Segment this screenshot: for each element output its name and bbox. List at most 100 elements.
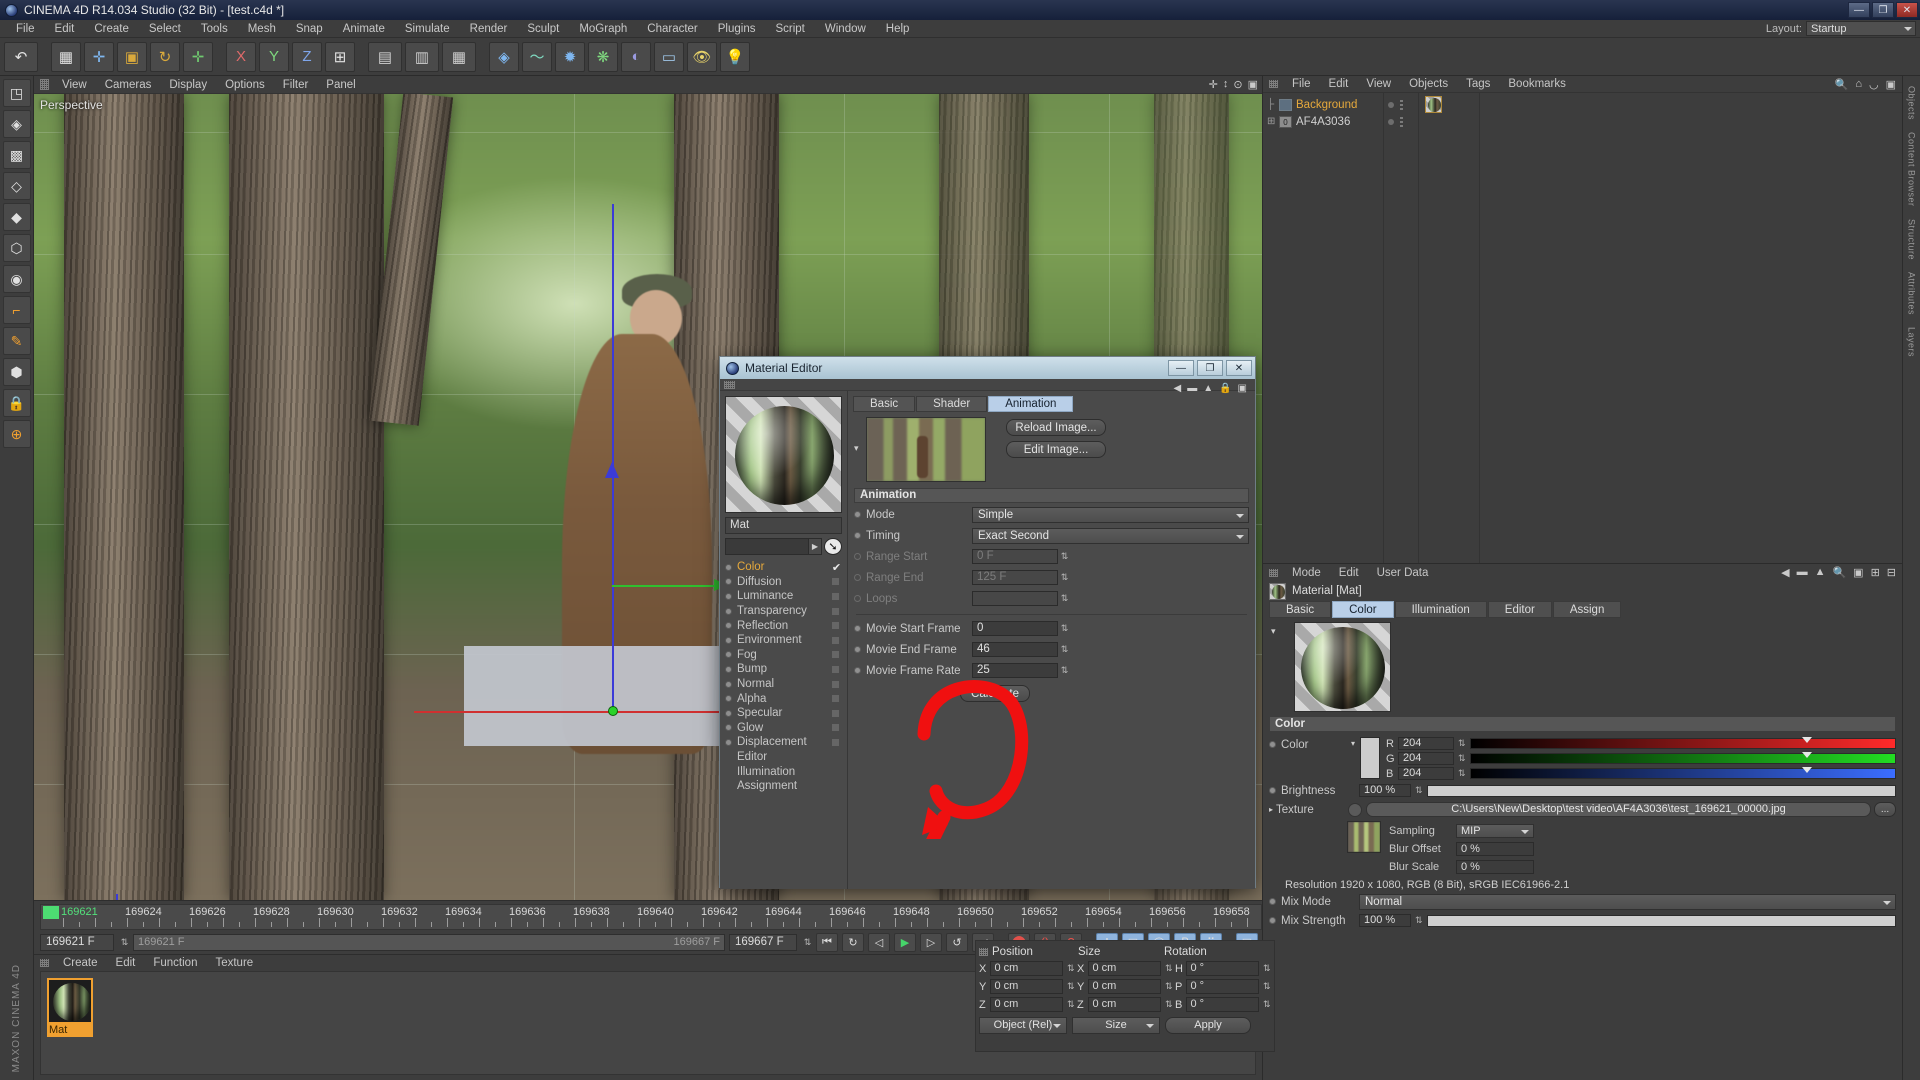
lock-axis-icon[interactable]: 🔒 (2, 389, 31, 417)
expander-triangle-icon[interactable]: ▾ (854, 417, 859, 454)
timeline-ruler[interactable]: 169621 169624 169626 169628 169630 16963… (40, 904, 1262, 930)
edit-image-button[interactable]: Edit Image... (1006, 441, 1106, 458)
lock-y-axis-button[interactable]: Y (259, 41, 289, 72)
minimize-button[interactable]: — (1848, 2, 1870, 18)
menu-item-script[interactable]: Script (765, 20, 814, 38)
cube-primitive-button[interactable]: ◈ (489, 41, 519, 72)
object-tag-material[interactable] (1425, 96, 1442, 113)
om-menu-objects[interactable]: Objects (1400, 78, 1457, 90)
edge-mode-icon[interactable]: ◆ (2, 203, 31, 231)
position-y-input[interactable]: 0 cm (990, 979, 1063, 994)
spinner-icon[interactable]: ⇅ (1263, 961, 1272, 976)
channel-checkbox[interactable] (831, 664, 840, 674)
viewport-menu-display[interactable]: Display (160, 79, 216, 91)
spinner-icon[interactable]: ⇅ (1060, 549, 1069, 564)
menu-item-animate[interactable]: Animate (333, 20, 395, 38)
maximize-viewport-icon[interactable]: ▣ (1248, 78, 1258, 91)
chevron-right-icon[interactable]: ▶ (809, 538, 822, 555)
range-end-input[interactable]: 125 F (972, 570, 1058, 585)
size-z-input[interactable]: 0 cm (1088, 997, 1161, 1012)
om-menu-tags[interactable]: Tags (1457, 78, 1499, 90)
menu-item-mesh[interactable]: Mesh (238, 20, 286, 38)
material-search-input[interactable] (725, 538, 809, 555)
maximize-button[interactable]: ❐ (1872, 2, 1894, 18)
expander-icon[interactable]: ⊞ (1267, 116, 1279, 127)
material-preview-thumbnail[interactable] (725, 396, 842, 513)
camera-button[interactable]: 👁 (687, 41, 717, 72)
blue-slider[interactable] (1469, 767, 1896, 779)
close-button[interactable]: ✕ (1896, 2, 1918, 18)
apply-button[interactable]: Apply (1165, 1017, 1251, 1034)
matmgr-menu-texture[interactable]: Texture (206, 957, 262, 969)
rotation-p-input[interactable]: 0 ° (1186, 979, 1259, 994)
play-backwards-loop-button[interactable]: ↻ (842, 932, 864, 952)
spinner-icon[interactable]: ⇅ (1165, 997, 1174, 1012)
panel-grip-icon[interactable] (1269, 568, 1278, 577)
move-tool-button[interactable]: ✛ (84, 41, 114, 72)
object-row-af4a3036[interactable]: ⊞ 0 AF4A3036 (1263, 113, 1383, 130)
mix-strength-bar[interactable] (1426, 914, 1896, 927)
panel-grip-icon[interactable] (979, 947, 988, 956)
lock-z-axis-button[interactable]: Z (292, 41, 322, 72)
spinner-icon[interactable]: ⇅ (120, 935, 129, 950)
tab-shader[interactable]: Shader (916, 396, 988, 412)
spinner-icon[interactable]: ⇅ (1060, 621, 1069, 636)
channel-luminance[interactable]: Luminance (725, 589, 842, 604)
tab-animation[interactable]: Animation (988, 396, 1074, 412)
lock-x-axis-button[interactable]: X (226, 41, 256, 72)
deformer-button[interactable]: ❋ (588, 41, 618, 72)
channel-environment[interactable]: Environment (725, 633, 842, 648)
attr-tab-illumination[interactable]: Illumination (1394, 601, 1487, 618)
menu-item-window[interactable]: Window (815, 20, 876, 38)
spline-button[interactable]: 〜 (522, 41, 552, 72)
generator-button[interactable]: ✹ (555, 41, 585, 72)
render-region-button[interactable]: ▥ (405, 41, 439, 72)
up-arrow-icon[interactable]: ▲ (1815, 566, 1826, 579)
matmgr-menu-create[interactable]: Create (54, 957, 107, 969)
go-to-start-button[interactable]: ⏮ (816, 932, 838, 952)
brightness-input[interactable]: 100 % (1359, 784, 1411, 797)
blue-input[interactable]: 204 (1398, 767, 1455, 780)
pin-icon[interactable]: ▣ (1238, 383, 1247, 394)
search-icon[interactable]: 🔍 (1835, 78, 1849, 91)
movie-end-frame-input[interactable]: 46 (972, 642, 1058, 657)
spinner-icon[interactable]: ⇅ (1458, 738, 1466, 749)
channel-checkbox[interactable] (831, 650, 840, 660)
channel-illumination[interactable]: Illumination (725, 764, 842, 779)
timeline-range-scrollbar[interactable]: 169621 F 169667 F (133, 933, 725, 951)
quantize-icon[interactable]: ⊕ (2, 420, 31, 448)
scene-button[interactable]: ◐ (621, 41, 651, 72)
viewport-menu-cameras[interactable]: Cameras (96, 79, 161, 91)
polygon-mode-icon[interactable]: ⬡ (2, 234, 31, 262)
play-button[interactable]: ▶ (894, 932, 916, 952)
menu-item-tools[interactable]: Tools (191, 20, 238, 38)
expander-right-icon[interactable]: ▸ (1269, 805, 1273, 814)
orbit-icon[interactable]: ⊙ (1233, 78, 1242, 91)
om-menu-view[interactable]: View (1357, 78, 1400, 90)
channel-checkbox[interactable] (831, 591, 840, 601)
dock-label-attributes[interactable]: Attributes (1907, 272, 1917, 315)
texture-browse-button[interactable]: ... (1874, 802, 1896, 817)
attr-tab-assign[interactable]: Assign (1552, 601, 1622, 618)
timing-dropdown[interactable]: Exact Second (972, 527, 1249, 544)
light-button[interactable]: 💡 (720, 41, 750, 72)
material-name-field[interactable]: Mat (725, 517, 842, 534)
menu-item-render[interactable]: Render (460, 20, 518, 38)
attribute-material-preview[interactable] (1293, 622, 1391, 712)
eyedropper-icon[interactable]: ➘ (824, 538, 842, 555)
spinner-icon[interactable]: ⇅ (1415, 915, 1423, 926)
spinner-icon[interactable]: ⇅ (1263, 997, 1272, 1012)
panel-grip-icon[interactable] (1269, 80, 1278, 88)
current-frame-marker[interactable] (43, 906, 59, 919)
channel-checkbox[interactable] (831, 577, 840, 587)
add-button[interactable]: ✛ (183, 41, 213, 72)
layout-dropdown[interactable]: Startup (1806, 21, 1916, 36)
attr-tab-basic[interactable]: Basic (1269, 601, 1332, 618)
mix-strength-input[interactable]: 100 % (1359, 914, 1411, 927)
viewport-menu-view[interactable]: View (53, 79, 96, 91)
attr-menu-userdata[interactable]: User Data (1368, 567, 1438, 579)
menu-item-file[interactable]: File (6, 20, 45, 38)
spinner-icon[interactable]: ⇅ (1060, 663, 1069, 678)
back-arrow-icon[interactable]: ◀ (1173, 383, 1181, 394)
menu-item-sculpt[interactable]: Sculpt (517, 20, 569, 38)
